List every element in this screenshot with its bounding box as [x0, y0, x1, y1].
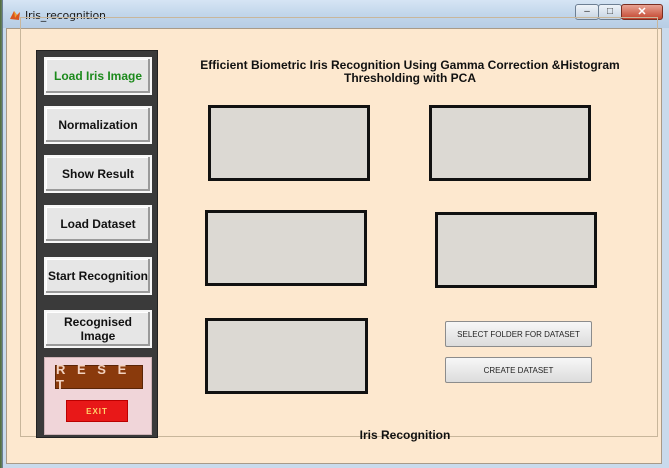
- image-axes-3: [205, 210, 367, 286]
- image-axes-4: [435, 212, 597, 288]
- show-result-button[interactable]: Show Result: [44, 155, 152, 193]
- load-iris-image-button[interactable]: Load Iris Image: [44, 57, 152, 95]
- page-title-line-2: Thresholding with PCA: [344, 71, 476, 85]
- select-folder-button[interactable]: SELECT FOLDER FOR DATASET: [445, 321, 592, 347]
- create-dataset-button[interactable]: CREATE DATASET: [445, 357, 592, 383]
- start-recognition-button[interactable]: Start Recognition: [44, 257, 152, 295]
- page-title: Efficient Biometric Iris Recognition Usi…: [190, 59, 630, 85]
- load-dataset-button[interactable]: Load Dataset: [44, 205, 152, 243]
- normalization-button[interactable]: Normalization: [44, 106, 152, 144]
- image-axes-5: [205, 318, 368, 394]
- image-axes-2: [429, 105, 591, 181]
- image-axes-1: [208, 105, 370, 181]
- reset-button[interactable]: R E S E T: [55, 362, 143, 392]
- exit-button[interactable]: EXIT: [66, 400, 128, 422]
- recognised-image-button[interactable]: Recognised Image: [44, 310, 152, 348]
- footer-label: Iris Recognition: [359, 428, 451, 442]
